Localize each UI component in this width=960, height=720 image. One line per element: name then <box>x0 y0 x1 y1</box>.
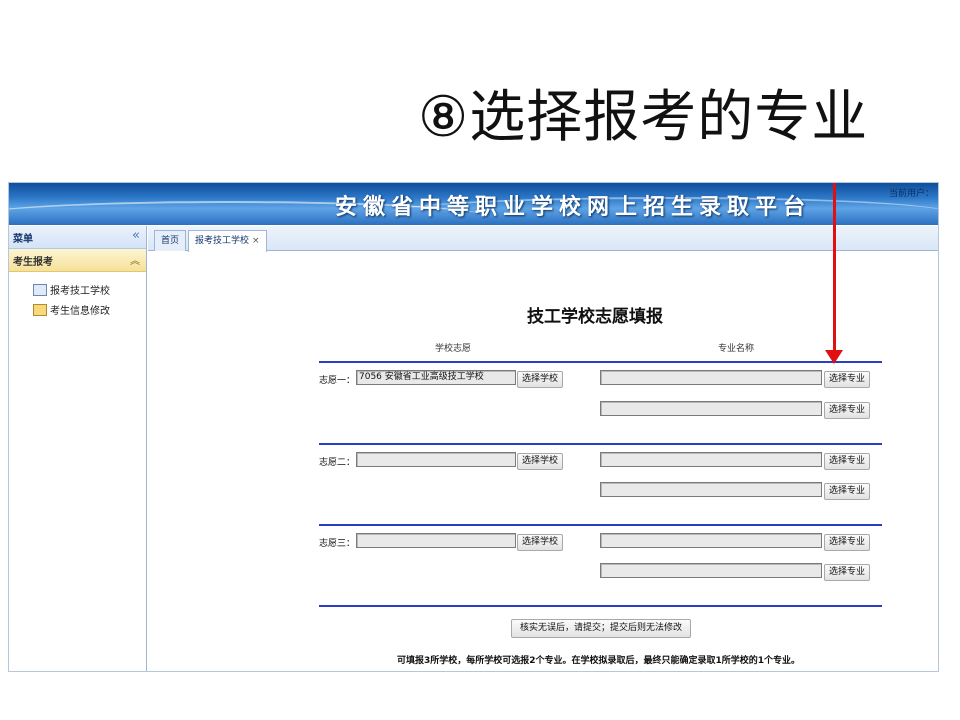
chevron-up-icon[interactable]: ︽ <box>130 252 140 267</box>
platform-title: 安徽省中等职业学校网上招生录取平台 <box>335 195 812 220</box>
menu-group-title: 考生报考 <box>13 257 53 268</box>
choice-3-school-field[interactable] <box>356 533 516 548</box>
choice-2-label: 志愿二： <box>319 458 356 468</box>
column-header-major: 专业名称 <box>718 344 755 354</box>
choice-3-label: 志愿三： <box>319 539 356 549</box>
choice-1-school-field[interactable]: 7056 安徽省工业高级技工学校 <box>356 370 516 385</box>
slide-title: ⑧选择报考的专业 <box>418 85 869 150</box>
header-banner: 安徽省中等职业学校网上招生录取平台 当前用户： <box>9 183 938 225</box>
sidebar-item-edit-info[interactable]: 考生信息修改 <box>33 302 110 317</box>
divider <box>319 605 882 607</box>
choice-1-major-1-field[interactable] <box>600 370 822 385</box>
choice-3-major-2-field[interactable] <box>600 563 822 578</box>
current-user-label: 当前用户： <box>888 189 934 199</box>
arrow-down-icon <box>825 350 843 364</box>
tab-label: 首页 <box>161 236 180 246</box>
choice-2-select-major-2-button[interactable]: 选择专业 <box>824 483 871 500</box>
tab-apply-technical-school[interactable]: 报考技工学校 × <box>188 230 267 252</box>
choice-1-label: 志愿一： <box>319 376 356 386</box>
choice-1-select-major-1-button[interactable]: 选择专业 <box>824 371 871 388</box>
sidebar: 菜单 « 考生报考 ︽ 报考技工学校 考生信息修改 <box>9 226 147 671</box>
tab-bar: 首页 报考技工学校 × <box>148 226 938 252</box>
divider <box>319 524 882 526</box>
table-icon <box>33 283 47 296</box>
tab-home[interactable]: 首页 <box>154 230 187 251</box>
close-icon[interactable]: × <box>252 236 260 246</box>
choice-2-select-school-button[interactable]: 选择学校 <box>517 453 564 470</box>
collapse-sidebar-icon[interactable]: « <box>132 228 140 243</box>
sidebar-header: 菜单 « <box>9 226 146 249</box>
divider <box>319 361 882 363</box>
sidebar-item-apply-technical-school[interactable]: 报考技工学校 <box>33 282 110 297</box>
menu-group-exam-registration[interactable]: 考生报考 ︽ <box>9 249 146 272</box>
choice-2-select-major-1-button[interactable]: 选择专业 <box>824 453 871 470</box>
divider <box>319 443 882 445</box>
form-title: 技工学校志愿填报 <box>527 307 663 327</box>
choice-2-major-1-field[interactable] <box>600 452 822 467</box>
choice-3-select-major-2-button[interactable]: 选择专业 <box>824 564 871 581</box>
sidebar-item-label: 考生信息修改 <box>50 306 110 317</box>
choice-1-select-school-button[interactable]: 选择学校 <box>517 371 564 388</box>
annotation-arrow-line <box>833 183 836 353</box>
instruction-note: 可填报3所学校，每所学校可选报2个专业。在学校拟录取后，最终只能确定录取1所学校… <box>397 656 801 666</box>
choice-3-select-major-1-button[interactable]: 选择专业 <box>824 534 871 551</box>
sidebar-title: 菜单 <box>13 234 33 245</box>
choice-2-school-field[interactable] <box>356 452 516 467</box>
tab-label: 报考技工学校 <box>195 236 250 246</box>
choice-1-select-major-2-button[interactable]: 选择专业 <box>824 402 871 419</box>
choice-2-major-2-field[interactable] <box>600 482 822 497</box>
choice-3-select-school-button[interactable]: 选择学校 <box>517 534 564 551</box>
submit-button[interactable]: 核实无误后，请提交；提交后则无法修改 <box>511 619 691 638</box>
choice-1-major-2-field[interactable] <box>600 401 822 416</box>
edit-icon <box>33 303 47 316</box>
column-header-school: 学校志愿 <box>435 344 472 354</box>
app-window: 安徽省中等职业学校网上招生录取平台 当前用户： 菜单 « 考生报考 ︽ 报考技工… <box>8 182 939 672</box>
choice-3-major-1-field[interactable] <box>600 533 822 548</box>
sidebar-item-label: 报考技工学校 <box>50 286 110 297</box>
